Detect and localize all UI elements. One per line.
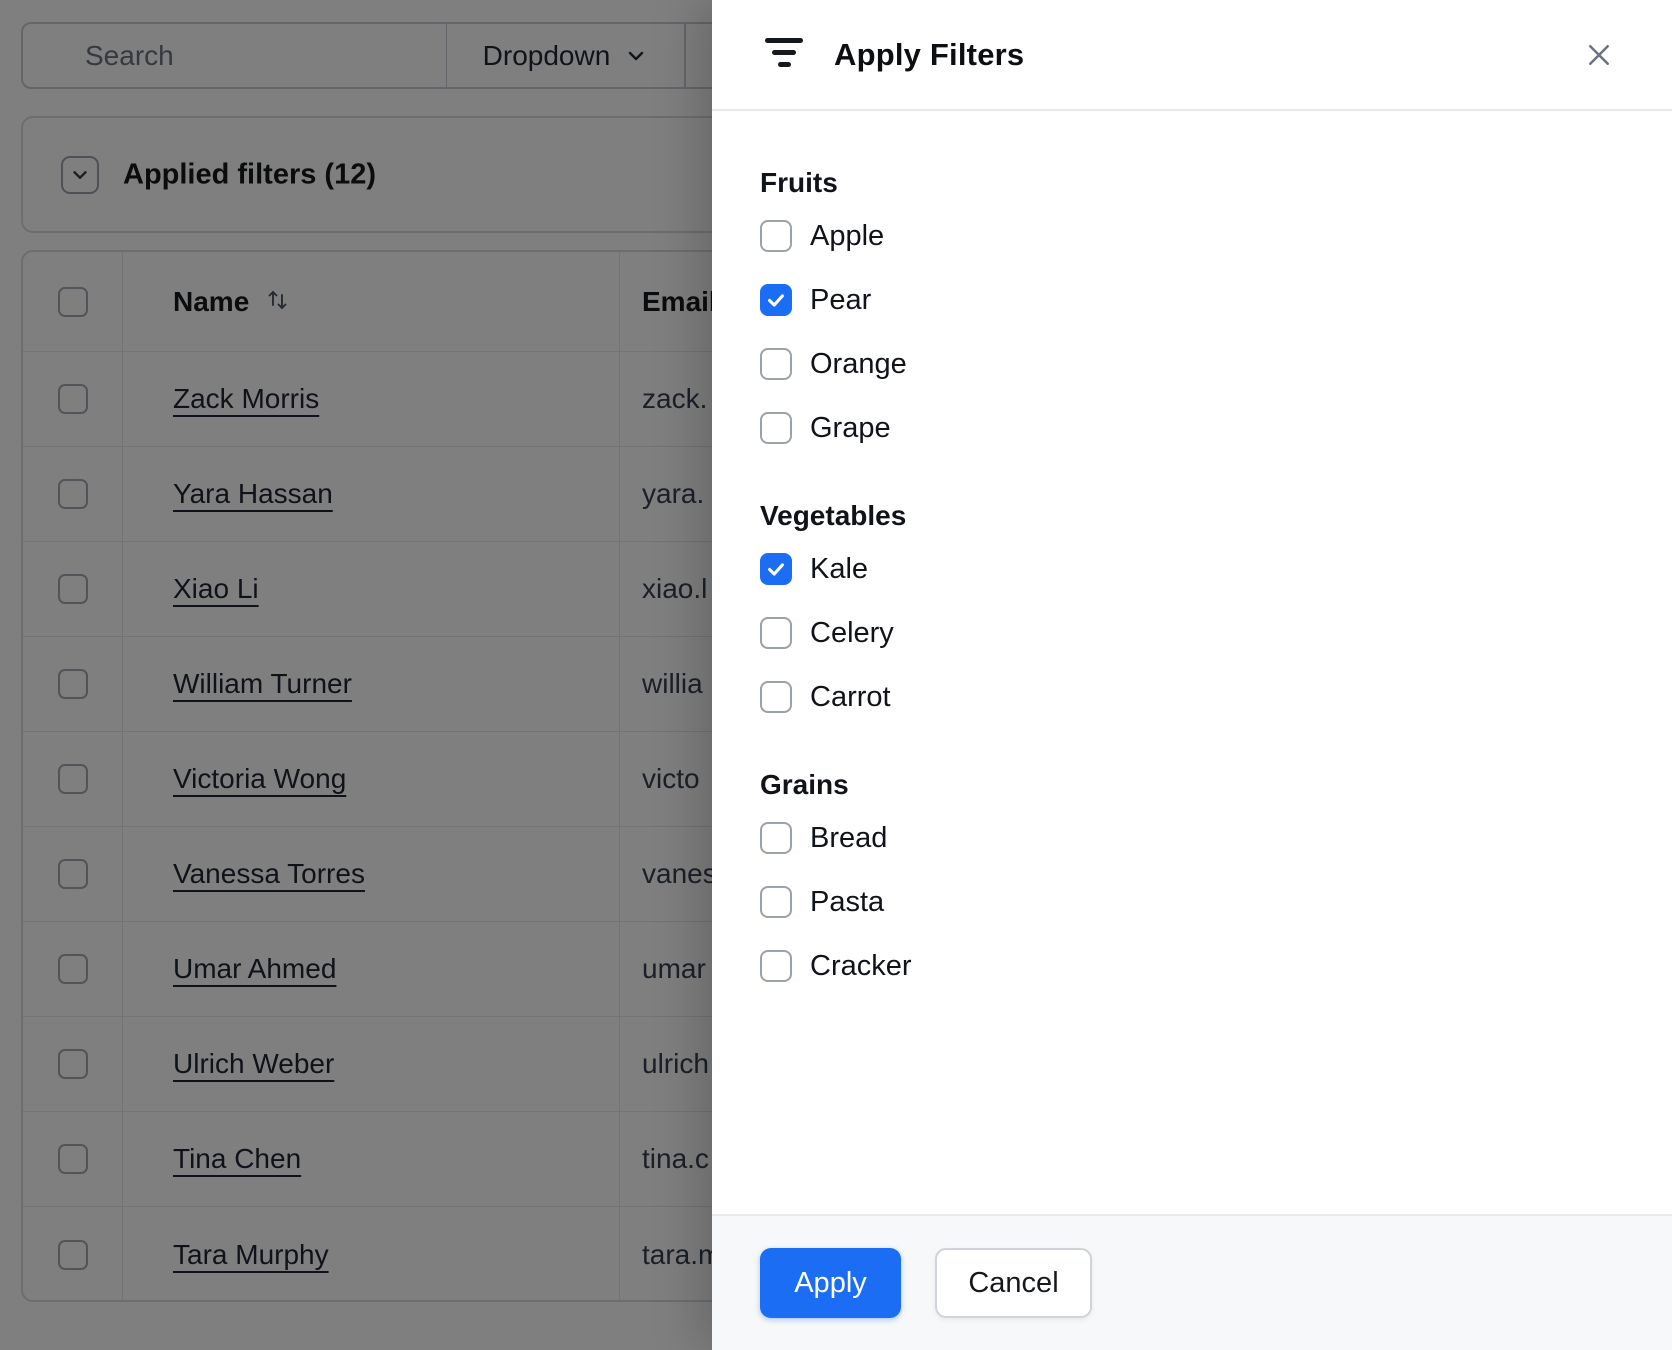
checkbox-unchecked[interactable] bbox=[760, 681, 792, 713]
checkbox-unchecked[interactable] bbox=[760, 950, 792, 982]
filter-option[interactable]: Pear bbox=[760, 268, 871, 332]
close-icon[interactable] bbox=[1582, 38, 1616, 72]
filter-option-label: Pasta bbox=[810, 885, 885, 918]
checkbox-checked-icon[interactable] bbox=[760, 284, 792, 316]
apply-button[interactable]: Apply bbox=[760, 1248, 901, 1318]
checkbox-checked-icon[interactable] bbox=[760, 553, 792, 585]
filter-section: Vegetables Kale Celery Carrot bbox=[760, 500, 1672, 729]
filter-option[interactable]: Kale bbox=[760, 537, 868, 601]
section-heading: Vegetables bbox=[760, 500, 907, 531]
filter-option-label: Apple bbox=[810, 219, 885, 252]
filter-option[interactable]: Apple bbox=[760, 204, 884, 268]
filter-section: Fruits Apple Pear Orange Grape bbox=[760, 167, 1672, 460]
panel-title: Apply Filters bbox=[834, 36, 1025, 72]
filter-option[interactable]: Pasta bbox=[760, 870, 884, 934]
checkbox-unchecked[interactable] bbox=[760, 348, 792, 380]
filter-option-label: Carrot bbox=[810, 680, 891, 713]
filter-section: Grains Bread Pasta Cracker bbox=[760, 769, 1672, 998]
checkbox-unchecked[interactable] bbox=[760, 822, 792, 854]
screen: Dropdown Applied filters (12) Name bbox=[0, 0, 1672, 1350]
section-heading: Fruits bbox=[760, 167, 838, 198]
filter-option[interactable]: Grape bbox=[760, 396, 891, 460]
cancel-button[interactable]: Cancel bbox=[935, 1248, 1092, 1318]
filter-option-label: Grape bbox=[810, 411, 891, 444]
filter-icon bbox=[764, 38, 804, 70]
filter-option-label: Cracker bbox=[810, 949, 912, 982]
filter-option[interactable]: Cracker bbox=[760, 934, 912, 998]
checkbox-unchecked[interactable] bbox=[760, 617, 792, 649]
filter-option-label: Celery bbox=[810, 616, 894, 649]
checkbox-unchecked[interactable] bbox=[760, 220, 792, 252]
checkbox-unchecked[interactable] bbox=[760, 886, 792, 918]
filter-option[interactable]: Bread bbox=[760, 806, 887, 870]
section-heading: Grains bbox=[760, 769, 849, 800]
filter-option[interactable]: Orange bbox=[760, 332, 907, 396]
panel-footer: Apply Cancel bbox=[712, 1214, 1672, 1350]
filter-option-label: Bread bbox=[810, 821, 888, 854]
filter-option-label: Pear bbox=[810, 283, 872, 316]
filter-option-label: Orange bbox=[810, 347, 907, 380]
filter-option-label: Kale bbox=[810, 552, 869, 585]
checkbox-unchecked[interactable] bbox=[760, 412, 792, 444]
filter-sections: Fruits Apple Pear Orange Grape Vegetables Kale… bbox=[712, 111, 1672, 1214]
panel-header: Apply Filters bbox=[712, 0, 1672, 111]
filter-option[interactable]: Carrot bbox=[760, 665, 891, 729]
filter-option[interactable]: Celery bbox=[760, 601, 894, 665]
apply-filters-panel: Apply Filters Fruits Apple Pear Orange Grape… bbox=[712, 0, 1672, 1350]
